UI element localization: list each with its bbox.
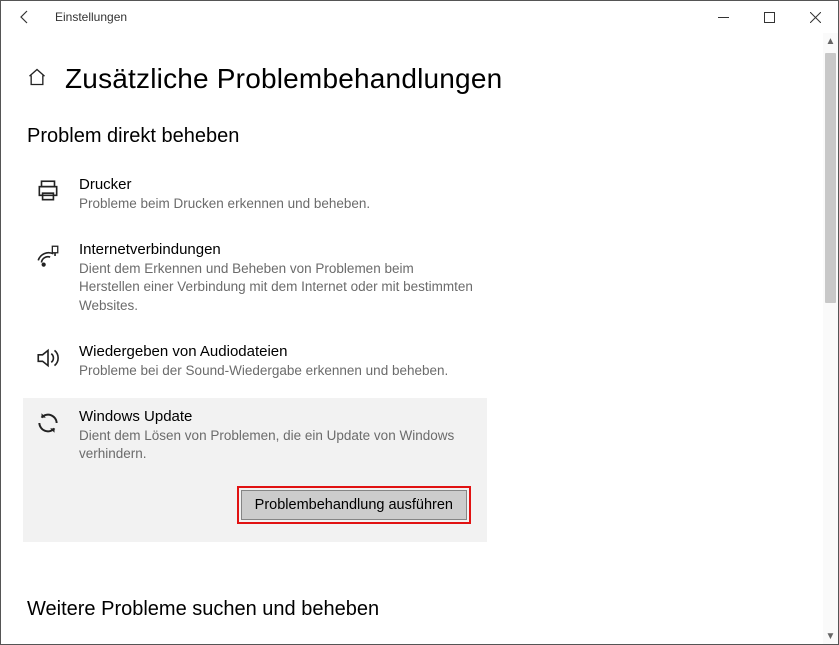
internet-icon [33,241,63,315]
window-controls [700,1,838,33]
troubleshooter-list-direct: Drucker Probleme beim Drucken erkennen u… [27,166,487,542]
run-troubleshooter-button[interactable]: Problembehandlung ausführen [241,490,467,520]
page-header: Zusätzliche Problembehandlungen [27,63,802,95]
troubleshooter-desc: Probleme beim Drucken erkennen und beheb… [79,195,477,213]
run-button-highlight: Problembehandlung ausführen [237,486,471,524]
window-title: Einstellungen [55,10,700,24]
page-title: Zusätzliche Problembehandlungen [65,63,502,95]
troubleshooter-desc: Probleme bei der Sound-Wiedergabe erkenn… [79,362,477,380]
update-icon [33,408,63,523]
home-icon[interactable] [27,67,47,92]
titlebar: Einstellungen [1,1,838,33]
troubleshooter-item-internet[interactable]: Internetverbindungen Dient dem Erkennen … [23,231,487,327]
printer-icon [33,176,63,213]
troubleshooter-title: Internetverbindungen [79,241,477,258]
section-title-direct: Problem direkt beheben [27,125,802,148]
troubleshooter-title: Windows Update [79,408,477,425]
minimize-button[interactable] [700,1,746,33]
maximize-button[interactable] [746,1,792,33]
section-title-more: Weitere Probleme suchen und beheben [27,598,802,621]
troubleshooter-list-more: Aufzeichnen von Audiodateien [27,639,487,644]
troubleshooter-title: Wiedergeben von Audiodateien [79,343,477,360]
troubleshooter-item-record-audio[interactable]: Aufzeichnen von Audiodateien [23,639,487,644]
content-area: Zusätzliche Problembehandlungen Problem … [1,33,838,644]
troubleshooter-title: Drucker [79,176,477,193]
troubleshooter-desc: Dient dem Lösen von Problemen, die ein U… [79,427,477,463]
back-button[interactable] [11,3,39,31]
troubleshooter-desc: Dient dem Erkennen und Beheben von Probl… [79,260,477,315]
troubleshooter-item-windows-update[interactable]: Windows Update Dient dem Lösen von Probl… [23,398,487,541]
audio-icon [33,343,63,380]
troubleshooter-item-printer[interactable]: Drucker Probleme beim Drucken erkennen u… [23,166,487,225]
close-button[interactable] [792,1,838,33]
troubleshooter-item-audio-playback[interactable]: Wiedergeben von Audiodateien Probleme be… [23,333,487,392]
